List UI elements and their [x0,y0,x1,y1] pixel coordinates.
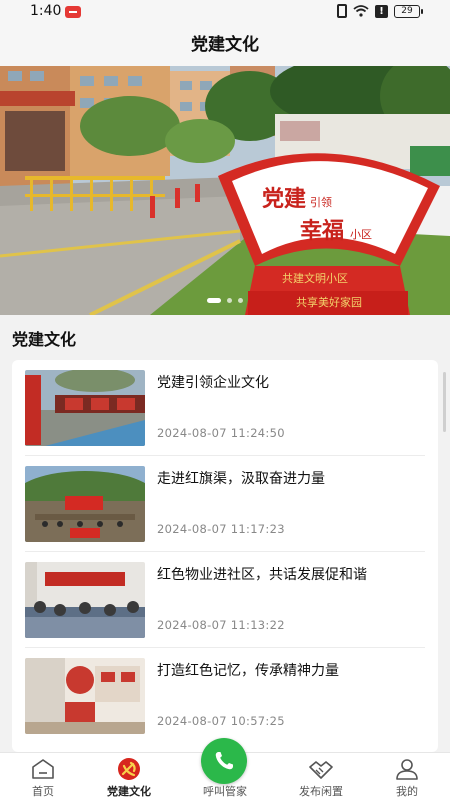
article-item[interactable]: 打造红色记忆，传承精神力量 2024-08-07 10:57:25 [12,648,438,744]
page-title: 党建文化 [191,35,259,55]
section-title: 党建文化 [12,330,77,349]
article-time: 2024-08-07 11:24:50 [157,426,285,440]
carousel-dot-active[interactable] [207,298,221,303]
article-title[interactable]: 党建引领企业文化 [157,372,269,392]
nav-home[interactable]: 首页 [3,753,83,800]
article-time: 2024-08-07 10:57:25 [157,714,285,728]
carousel-dot[interactable] [238,298,243,303]
nav-post-idle-label: 发布闲置 [299,785,343,798]
party-emblem-icon [118,758,140,780]
article-time: 2024-08-07 11:13:22 [157,618,285,632]
user-icon [396,759,418,780]
article-item[interactable]: 党建引领企业文化 2024-08-07 11:24:50 [12,360,438,456]
article-time: 2024-08-07 11:17:23 [157,522,285,536]
notification-icon [65,6,81,18]
sign-base-text-1: 共建文明小区 [282,271,348,285]
article-title[interactable]: 打造红色记忆，传承精神力量 [157,660,339,680]
status-bar: 1:40 ! 29 [0,0,450,24]
article-item[interactable]: 走进红旗渠，汲取奋进力量 2024-08-07 11:17:23 [12,456,438,552]
nav-mine-label: 我的 [396,785,418,798]
article-list: 党建引领企业文化 2024-08-07 11:24:50 走进红旗渠，汲取奋进力… [12,360,438,752]
nav-post-idle[interactable]: 发布闲置 [281,753,361,800]
handshake-icon [309,761,333,779]
phone-icon [215,752,233,770]
nav-call-steward-label: 呼叫管家 [203,785,247,798]
alert-icon: ! [375,4,388,18]
article-thumbnail [25,562,145,638]
banner-carousel[interactable]: 党建 引领 幸福 小区 共建文明小区 共享美好家园 [0,66,450,315]
page-header: 党建文化 [0,24,450,66]
carousel-indicator [0,298,450,303]
sign-text-1: 党建 [262,186,306,212]
banner-image: 党建 引领 幸福 小区 共建文明小区 共享美好家园 [0,66,450,315]
article-title[interactable]: 红色物业进社区，共话发展促和谐 [157,564,367,584]
article-title[interactable]: 走进红旗渠，汲取奋进力量 [157,468,325,488]
vibrate-icon [337,4,347,18]
battery-icon: 29 [394,4,423,18]
article-thumbnail [25,370,145,446]
nav-party-culture[interactable]: 党建文化 [89,753,169,800]
nav-party-culture-label: 党建文化 [107,785,151,798]
scrollbar[interactable] [443,372,446,432]
sign-text-small: 引领 [310,195,332,209]
nav-home-label: 首页 [32,785,54,798]
carousel-dot[interactable] [227,298,232,303]
article-thumbnail [25,466,145,542]
call-steward-button[interactable] [201,738,247,784]
sign-text-2: 幸福 [300,218,344,244]
wifi-icon [353,5,369,17]
article-thumbnail [25,658,145,734]
article-item[interactable]: 红色物业进社区，共话发展促和谐 2024-08-07 11:13:22 [12,552,438,648]
nav-mine[interactable]: 我的 [367,753,447,800]
home-icon [32,759,54,779]
status-time: 1:40 [30,3,62,19]
sign-text-small-2: 小区 [350,228,372,241]
